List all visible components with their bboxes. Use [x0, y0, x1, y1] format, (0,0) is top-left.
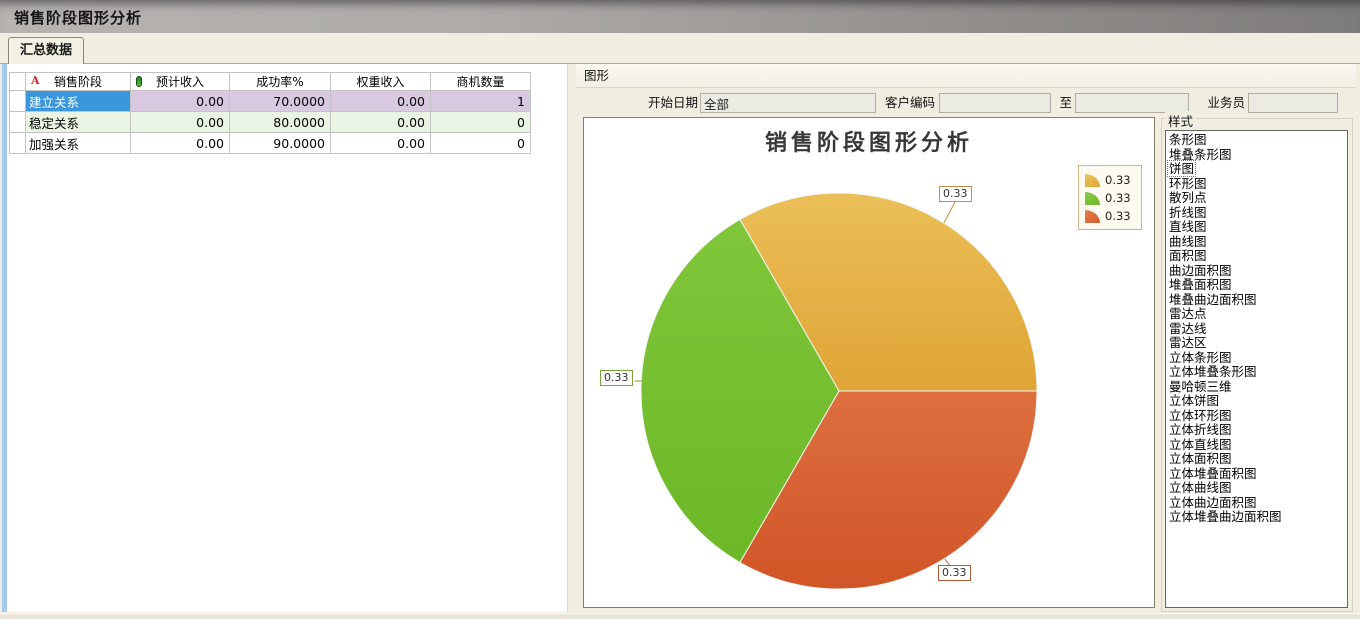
cell-weighted-income[interactable]: 0.00	[331, 133, 431, 154]
slice-value-label: 0.33	[600, 370, 633, 386]
col-header-expected-income[interactable]: 预计收入	[131, 73, 230, 91]
style-list-item[interactable]: 直线图	[1168, 220, 1347, 235]
tab-summary-data[interactable]: 汇总数据	[8, 37, 84, 64]
row-selector[interactable]	[10, 112, 26, 133]
style-list-item[interactable]: 散列点	[1168, 191, 1347, 206]
style-list-item[interactable]: 雷达区	[1168, 336, 1347, 351]
customer-code-label: 客户编码	[881, 93, 935, 113]
salesman-input[interactable]	[1248, 93, 1338, 113]
salesman-label: 业务员	[1203, 93, 1245, 113]
style-list-item[interactable]: 立体条形图	[1168, 351, 1347, 366]
sales-stage-table: A销售阶段 预计收入 成功率% 权重收入 商机数量 建立关系 0.00 70.0…	[9, 72, 531, 154]
pie-chart	[584, 118, 1154, 607]
chart-title: 销售阶段图形分析	[584, 125, 1154, 157]
customer-code-to-input[interactable]	[1075, 93, 1189, 113]
style-list-item[interactable]: 立体饼图	[1168, 394, 1347, 409]
chart-style-list: 条形图 堆叠条形图 饼图 环形图 散列点 折线图 直线图 曲线图 面积图 曲边面…	[1165, 130, 1348, 608]
cell-opportunity-count[interactable]: 0	[431, 133, 531, 154]
style-list-item[interactable]: 立体堆叠面积图	[1168, 467, 1347, 482]
app-window: 销售阶段图形分析 汇总数据 A销售阶段 预计收入 成功率% 权重收入 商机数量 …	[0, 0, 1360, 619]
cell-weighted-income[interactable]: 0.00	[331, 112, 431, 133]
cell-stage[interactable]: 稳定关系	[26, 112, 131, 133]
style-list-item[interactable]: 堆叠条形图	[1168, 148, 1347, 163]
chart-legend: 0.33 0.33 0.33	[1078, 165, 1142, 230]
style-list-item[interactable]: 面积图	[1168, 249, 1347, 264]
style-list-item[interactable]: 立体堆叠曲边面积图	[1168, 510, 1347, 525]
graph-panel: 图形 开始日期 客户编码 至 业务员	[576, 64, 1356, 613]
style-list-item[interactable]: 条形图	[1168, 133, 1347, 148]
bottom-strip	[0, 613, 1360, 619]
pie-chart-area: 销售阶段图形分析 0.33 0.33 0.33 0.33 0.33 0.33	[583, 117, 1155, 608]
customer-code-input[interactable]	[939, 93, 1051, 113]
legend-item: 0.33	[1085, 207, 1136, 225]
page-title: 销售阶段图形分析	[14, 7, 142, 28]
row-selector-header[interactable]	[10, 73, 26, 91]
cell-stage[interactable]: 加强关系	[26, 133, 131, 154]
style-list-item[interactable]: 曲线图	[1168, 235, 1347, 250]
style-list-item[interactable]: 立体折线图	[1168, 423, 1347, 438]
style-list-item[interactable]: 立体环形图	[1168, 409, 1347, 424]
title-bar: 销售阶段图形分析	[0, 0, 1360, 33]
cell-stage[interactable]: 建立关系	[26, 91, 131, 112]
col-header-opportunity-count[interactable]: 商机数量	[431, 73, 531, 91]
style-list-item[interactable]: 立体曲线图	[1168, 481, 1347, 496]
graph-panel-title: 图形	[584, 64, 609, 87]
to-label: 至	[1056, 93, 1072, 113]
cell-success-rate[interactable]: 80.0000	[230, 112, 331, 133]
cell-expected-income[interactable]: 0.00	[131, 112, 230, 133]
start-date-label: 开始日期	[642, 93, 698, 113]
cell-opportunity-count[interactable]: 1	[431, 91, 531, 112]
style-list-item[interactable]: 雷达点	[1168, 307, 1347, 322]
row-selector[interactable]	[10, 91, 26, 112]
table-row: 加强关系 0.00 90.0000 0.00 0	[10, 133, 531, 154]
style-list-item[interactable]: 环形图	[1168, 177, 1347, 192]
style-group-box: 样式 条形图 堆叠条形图 饼图 环形图 散列点 折线图 直线图 曲线图 面积图 …	[1161, 118, 1353, 612]
legend-swatch-red	[1085, 210, 1100, 223]
col-header-success-rate[interactable]: 成功率%	[230, 73, 331, 91]
cell-success-rate[interactable]: 70.0000	[230, 91, 331, 112]
style-group-label: 样式	[1165, 111, 1196, 130]
legend-swatch-orange	[1085, 174, 1100, 187]
row-selector[interactable]	[10, 133, 26, 154]
style-list-item[interactable]: 雷达线	[1168, 322, 1347, 337]
text-column-icon: A	[31, 74, 40, 87]
cell-weighted-income[interactable]: 0.00	[331, 91, 431, 112]
style-list-item[interactable]: 折线图	[1168, 206, 1347, 221]
legend-item: 0.33	[1085, 189, 1136, 207]
col-header-stage[interactable]: A销售阶段	[26, 73, 131, 91]
style-list-item[interactable]: 曲边面积图	[1168, 264, 1347, 279]
graph-panel-header: 图形	[576, 64, 1356, 88]
style-list-item[interactable]: 曼哈顿三维	[1168, 380, 1347, 395]
style-list-item[interactable]: 立体直线图	[1168, 438, 1347, 453]
slice-value-label: 0.33	[939, 186, 972, 202]
slice-value-label: 0.33	[938, 565, 971, 581]
table-row: 建立关系 0.00 70.0000 0.00 1	[10, 91, 531, 112]
cell-opportunity-count[interactable]: 0	[431, 112, 531, 133]
style-list-item[interactable]: 立体曲边面积图	[1168, 496, 1347, 511]
cell-expected-income[interactable]: 0.00	[131, 91, 230, 112]
cell-success-rate[interactable]: 90.0000	[230, 133, 331, 154]
col-header-weighted-income[interactable]: 权重收入	[331, 73, 431, 91]
style-list-item[interactable]: 立体堆叠条形图	[1168, 365, 1347, 380]
legend-item: 0.33	[1085, 171, 1136, 189]
table-header-row: A销售阶段 预计收入 成功率% 权重收入 商机数量	[10, 73, 531, 91]
legend-swatch-green	[1085, 192, 1100, 205]
style-list-item-selected[interactable]: 饼图	[1168, 162, 1347, 177]
summary-grid-panel: A销售阶段 预计收入 成功率% 权重收入 商机数量 建立关系 0.00 70.0…	[2, 64, 568, 612]
start-date-input[interactable]	[700, 93, 876, 113]
table-row: 稳定关系 0.00 80.0000 0.00 0	[10, 112, 531, 133]
callout-tick-1	[944, 202, 955, 223]
tab-strip: 汇总数据	[0, 33, 1360, 64]
style-list-item[interactable]: 堆叠面积图	[1168, 278, 1347, 293]
numeric-column-icon	[136, 76, 142, 87]
style-list-item[interactable]: 堆叠曲边面积图	[1168, 293, 1347, 308]
cell-expected-income[interactable]: 0.00	[131, 133, 230, 154]
style-list-item[interactable]: 立体面积图	[1168, 452, 1347, 467]
